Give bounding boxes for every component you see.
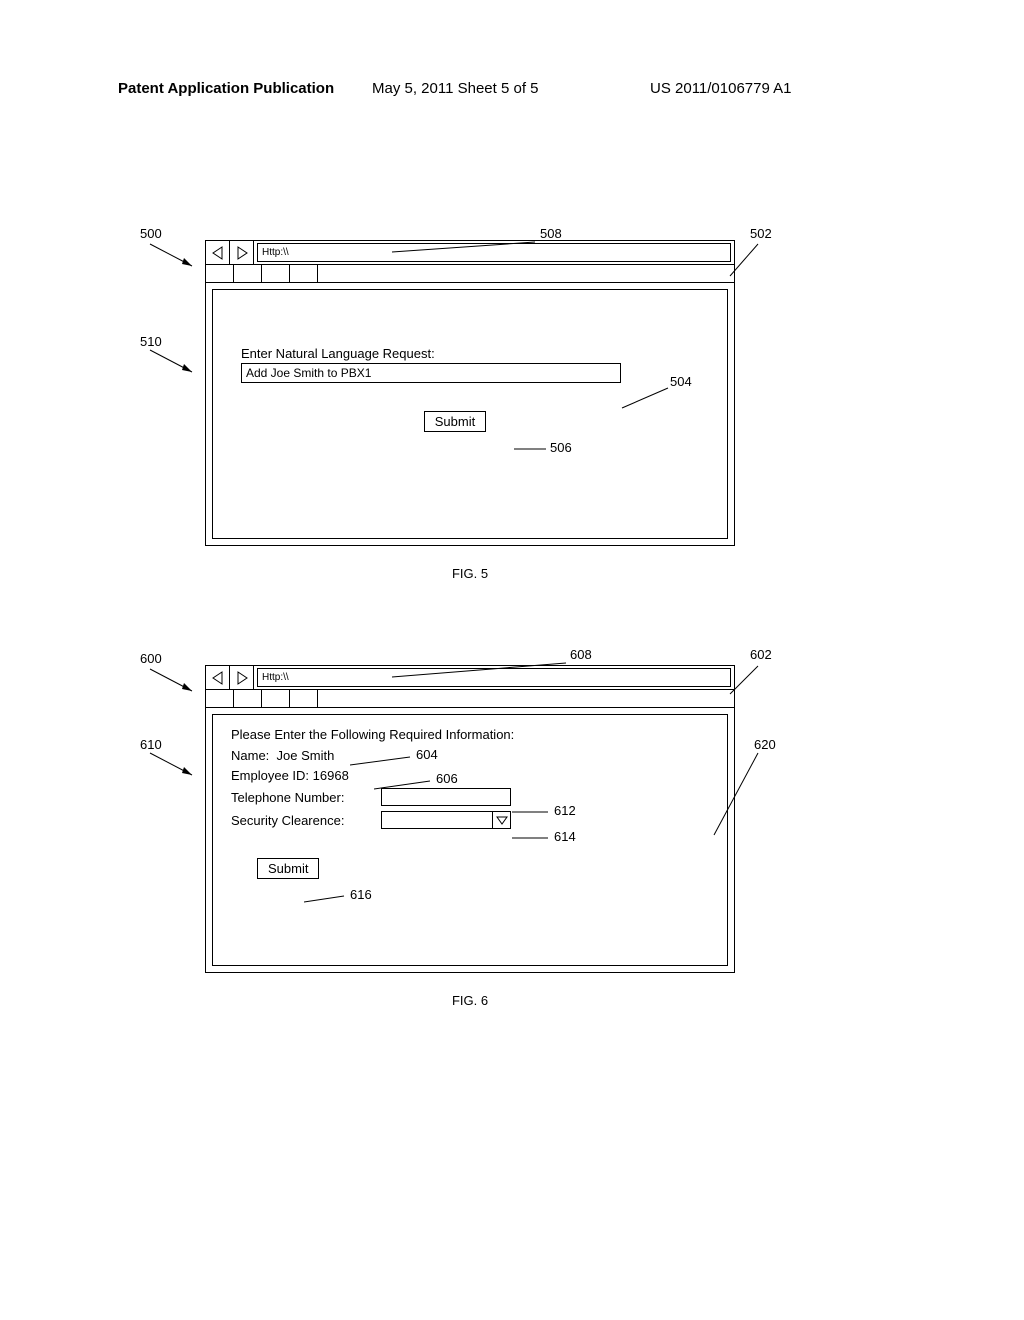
nl-request-input[interactable]: Add Joe Smith to PBX1	[241, 363, 621, 383]
back-button[interactable]	[206, 666, 230, 689]
leader-510	[148, 348, 198, 378]
telephone-row: Telephone Number:	[231, 788, 709, 806]
browser-toolbar: Http:\\	[206, 241, 734, 265]
browser-window: Http:\\ Please Enter the Following Requi…	[205, 665, 735, 973]
chevron-down-icon	[492, 812, 510, 828]
leader-500	[148, 242, 198, 272]
url-bar[interactable]: Http:\\	[257, 243, 731, 262]
tab-row	[206, 265, 734, 283]
tab[interactable]	[290, 690, 318, 707]
ref-502: 502	[750, 226, 772, 241]
pub-date-sheet: May 5, 2011 Sheet 5 of 5	[372, 80, 539, 97]
telephone-input[interactable]	[381, 788, 511, 806]
ref-600: 600	[140, 651, 162, 666]
employee-id-value: 16968	[313, 768, 349, 783]
tab[interactable]	[262, 265, 290, 282]
back-icon	[211, 246, 225, 260]
ref-620: 620	[754, 737, 776, 752]
content-area: Enter Natural Language Request: Add Joe …	[212, 289, 728, 539]
tab[interactable]	[234, 690, 262, 707]
ref-508: 508	[540, 226, 562, 241]
tab[interactable]	[262, 690, 290, 707]
figure-5-caption: FIG. 5	[205, 566, 735, 581]
forward-icon	[235, 246, 249, 260]
leader-610	[148, 751, 198, 781]
submit-button[interactable]: Submit	[424, 411, 486, 432]
form-heading: Please Enter the Following Required Info…	[231, 727, 709, 742]
ref-500: 500	[140, 226, 162, 241]
browser-window: Http:\\ Enter Natural Language Request: …	[205, 240, 735, 546]
pub-type: Patent Application Publication	[118, 80, 334, 97]
employee-id-label: Employee ID:	[231, 768, 309, 783]
ref-608: 608	[570, 647, 592, 662]
telephone-label: Telephone Number:	[231, 790, 381, 805]
leader-600	[148, 667, 198, 697]
tab[interactable]	[290, 265, 318, 282]
security-row: Security Clearence:	[231, 811, 709, 829]
figure-6-caption: FIG. 6	[205, 993, 735, 1008]
url-bar[interactable]: Http:\\	[257, 668, 731, 687]
content-area: Please Enter the Following Required Info…	[212, 714, 728, 966]
security-select[interactable]	[381, 811, 511, 829]
security-label: Security Clearence:	[231, 813, 381, 828]
back-button[interactable]	[206, 241, 230, 264]
url-text: Http:\\	[262, 247, 289, 258]
tab[interactable]	[234, 265, 262, 282]
forward-button[interactable]	[230, 241, 254, 264]
forward-icon	[235, 671, 249, 685]
employee-row: Employee ID: 16968	[231, 768, 709, 783]
back-icon	[211, 671, 225, 685]
tab-row	[206, 690, 734, 708]
content-outer: Enter Natural Language Request: Add Joe …	[206, 283, 734, 545]
ref-602: 602	[750, 647, 772, 662]
figure-6: 600 602 608 610 620 604 606 612 614 616	[140, 665, 780, 1008]
url-text: Http:\\	[262, 672, 289, 683]
figure-5: 500 502 508 510 504 506 Http:\\	[140, 240, 780, 581]
ref-510: 510	[140, 334, 162, 349]
browser-toolbar: Http:\\	[206, 666, 734, 690]
name-row: Name: Joe Smith	[231, 748, 709, 763]
tab[interactable]	[206, 265, 234, 282]
content-outer: Please Enter the Following Required Info…	[206, 708, 734, 972]
name-label: Name:	[231, 748, 269, 763]
tab[interactable]	[206, 690, 234, 707]
ref-610: 610	[140, 737, 162, 752]
nl-request-value: Add Joe Smith to PBX1	[246, 366, 371, 380]
name-value: Joe Smith	[277, 748, 335, 763]
submit-button[interactable]: Submit	[257, 858, 319, 879]
nl-prompt-label: Enter Natural Language Request:	[241, 346, 699, 361]
forward-button[interactable]	[230, 666, 254, 689]
pub-number: US 2011/0106779 A1	[650, 80, 792, 97]
